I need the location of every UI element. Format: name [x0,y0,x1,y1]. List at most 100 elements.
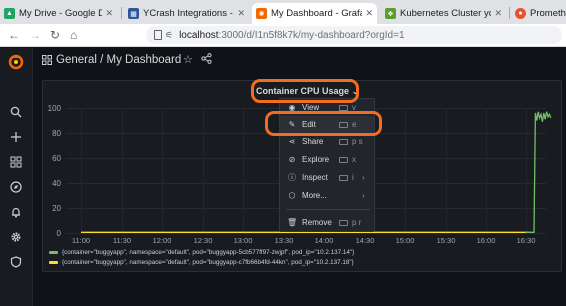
menu-item-edit[interactable]: ✎ Edit e [280,116,374,133]
keyboard-icon [339,138,348,145]
legend-entry[interactable]: {container="buggyapp", namespace="defaul… [49,249,469,256]
url-host: localhost [179,29,219,41]
reload-icon[interactable]: ↻ [50,27,60,43]
grafana-icon: ✺ [256,8,267,19]
menu-item-label: Share [302,137,324,146]
keyboard-icon [339,174,348,181]
tab-kubernetes-cluster[interactable]: ❖ Kubernetes Cluster ycras ✕ [381,3,506,24]
menu-item-label: View [302,103,320,112]
y-tick-label: 60 [52,154,61,163]
breadcrumb[interactable]: General / My Dashboard [56,54,181,66]
x-tick-label: 15:30 [436,236,456,245]
grafana-logo-icon[interactable] [8,54,24,70]
tab-divider [121,7,122,19]
panel-context-menu: ◉ View v ✎ Edit e ⋖ Share p s ⊘ Explore … [279,98,375,232]
menu-item-label: Explore [302,155,330,164]
menu-item-label: Remove [302,218,332,227]
x-tick-label: 14:00 [314,236,334,245]
site-settings-icon[interactable]: ⚟ [165,30,173,41]
y-tick-label: 80 [52,129,61,138]
menu-item-label: More... [302,191,327,200]
forward-arrow-icon[interactable]: → [29,27,41,43]
configuration-gear-icon[interactable] [8,229,24,245]
tab-ycrash-integrations[interactable]: ▦ YCrash Integrations - Goo ✕ [124,3,249,24]
x-tick-label: 14:30 [355,236,375,245]
plus-icon[interactable] [8,129,24,145]
x-tick-label: 12:00 [152,236,172,245]
tab-prometheus[interactable]: ● Prometheu [511,3,566,24]
menu-item-label: Inspect [302,173,328,182]
menu-item-explore[interactable]: ⊘ Explore x [280,151,374,168]
server-admin-shield-icon[interactable] [8,254,24,270]
google-drive-icon: ▲ [4,8,15,19]
url-path: :3000/d/I1n5f8k7k/my-dashboard?orgId=1 [218,29,405,41]
browser-tab-strip: ▲ My Drive - Google Drive ✕ ▦ YCrash Int… [0,0,566,24]
tab-title: Prometheu [530,8,566,19]
tab-my-dashboard-grafana[interactable]: ✺ My Dashboard - Grafana ✕ [252,3,377,24]
url-text[interactable]: localhost:3000/d/I1n5f8k7k/my-dashboard?… [179,30,404,41]
shortcut-key: v [352,103,356,112]
shortcut-key: p r [352,218,362,227]
legend-label: {container="buggyapp", namespace="defaul… [62,249,355,256]
x-tick-label: 11:30 [112,236,132,245]
compass-icon: ⊘ [288,155,296,164]
close-tab-icon[interactable]: ✕ [365,8,373,19]
edit-icon: ✎ [288,120,296,129]
alerting-bell-icon[interactable] [8,204,24,220]
menu-item-remove[interactable]: 🗑 Remove p r [280,214,374,231]
series-line-buggyapp-5cb577ff97 [525,111,552,233]
star-icon[interactable]: ☆ [183,53,193,66]
menu-item-inspect[interactable]: ⓘ Inspect i › [280,169,374,186]
menu-item-view[interactable]: ◉ View v [280,99,374,116]
tab-title: My Dashboard - Grafana [271,8,363,19]
home-icon[interactable]: ⌂ [70,27,77,43]
tab-divider [509,7,510,19]
x-tick-label: 13:00 [233,236,253,245]
menu-item-label: Edit [302,120,316,129]
shortcut-key: e [352,120,357,129]
shortcut-key: x [352,155,356,164]
shortcut-key: p s [352,137,363,146]
chevron-down-icon: ⌄ [351,86,360,96]
cube-icon: ⬡ [288,191,296,200]
dashboards-grid-icon[interactable] [8,154,24,170]
info-icon: ⓘ [288,173,296,182]
share-icon[interactable] [201,53,212,67]
ycrash-icon: ▦ [128,8,139,19]
chevron-right-icon: › [362,191,365,200]
address-bar[interactable]: ⚟ localhost:3000/d/I1n5f8k7k/my-dashboar… [146,26,562,44]
x-tick-label: 16:30 [516,236,536,245]
search-icon[interactable] [8,104,24,120]
x-tick-label: 12:30 [193,236,213,245]
share-icon: ⋖ [288,137,296,146]
close-tab-icon[interactable]: ✕ [494,8,502,19]
x-tick-label: 16:00 [476,236,496,245]
y-tick-label: 20 [52,204,61,213]
menu-item-more[interactable]: ⬡ More... › [280,187,374,204]
y-tick-label: 0 [56,229,61,238]
x-tick-label: 13:30 [274,236,294,245]
shortcut-key: i [352,173,354,182]
legend-swatch-yellow [49,261,58,264]
page-info-icon[interactable] [154,30,162,40]
panel-title-text: Container CPU Usage [256,86,350,96]
keyboard-icon [339,121,348,128]
kubernetes-icon: ❖ [385,8,396,19]
keyboard-icon [339,156,348,163]
x-tick-label: 11:00 [71,236,91,245]
keyboard-icon [339,219,348,226]
menu-item-share[interactable]: ⋖ Share p s [280,133,374,150]
y-tick-label: 40 [52,179,61,188]
close-tab-icon[interactable]: ✕ [237,8,245,19]
y-tick-label: 100 [47,104,61,113]
tab-title: YCrash Integrations - Goo [143,8,234,19]
tab-google-drive[interactable]: ▲ My Drive - Google Drive ✕ [0,3,117,24]
explore-compass-icon[interactable] [8,179,24,195]
close-tab-icon[interactable]: ✕ [105,8,113,19]
x-tick-label: 15:00 [395,236,415,245]
back-arrow-icon[interactable]: ← [8,27,20,43]
legend-entry[interactable]: {container="buggyapp", namespace="defaul… [49,259,469,266]
keyboard-icon [339,104,348,111]
chevron-right-icon: › [362,173,365,182]
legend-swatch-green [49,251,58,254]
